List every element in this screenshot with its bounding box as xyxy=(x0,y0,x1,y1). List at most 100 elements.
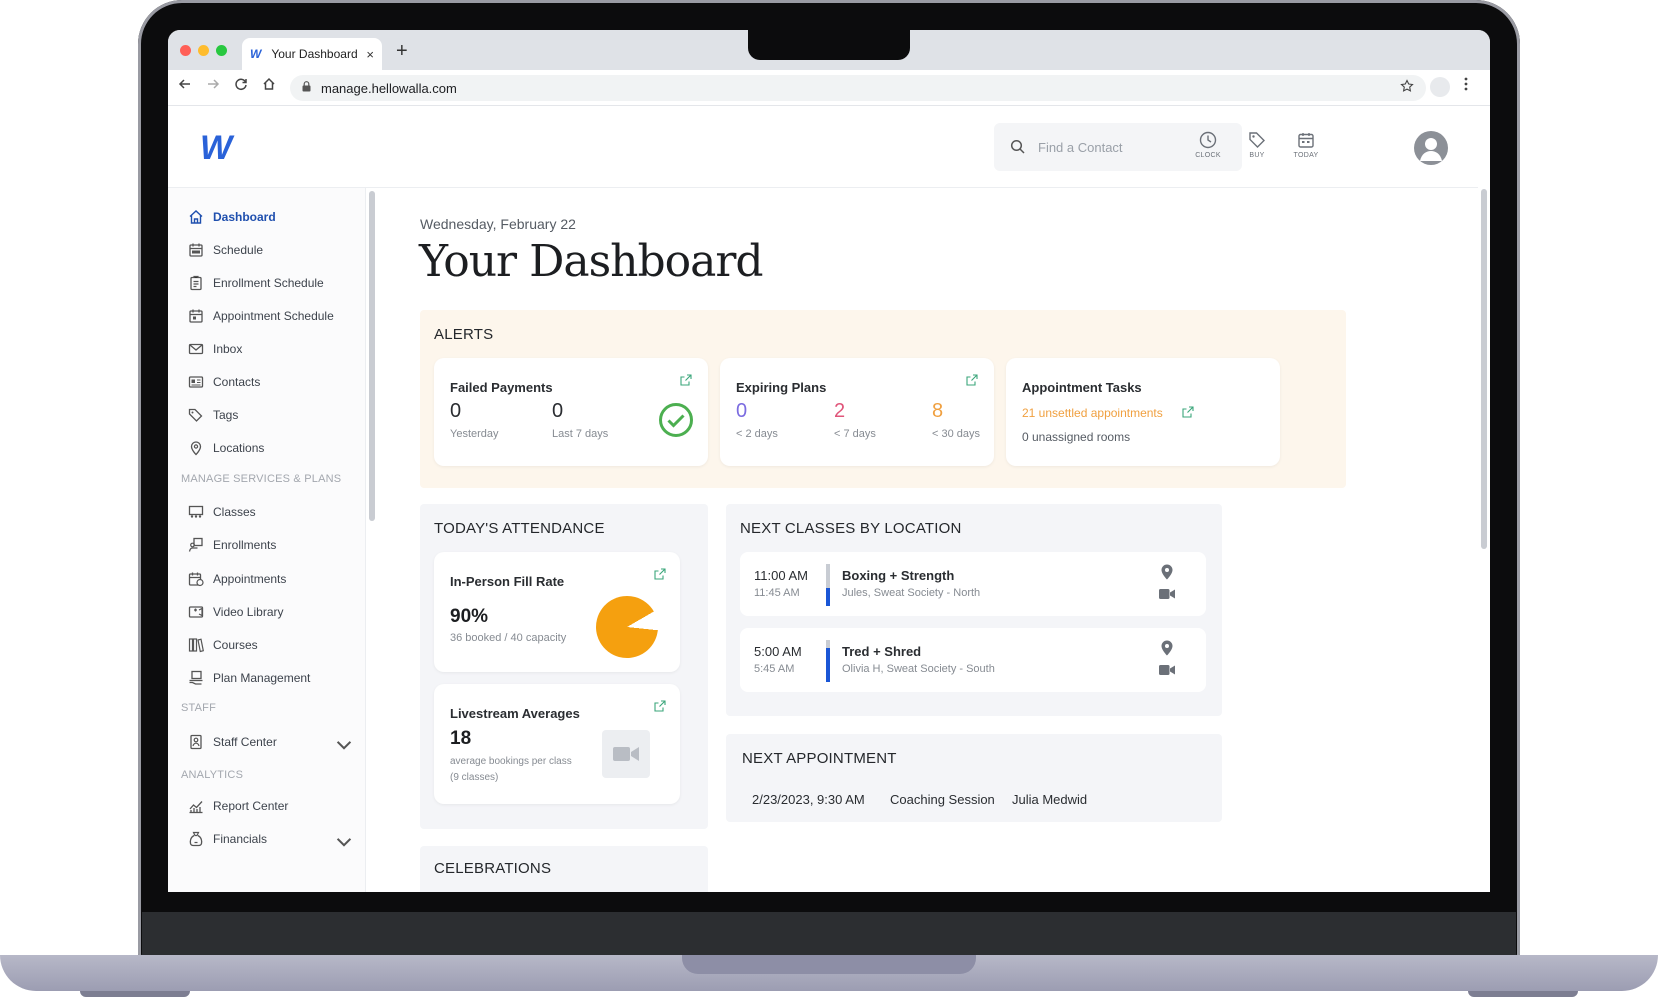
search-icon xyxy=(1010,139,1025,154)
sidebar-item-label: Financials xyxy=(213,832,268,846)
fill-rate-value: 90% xyxy=(450,606,489,627)
sidebar-item-contacts[interactable]: Contacts xyxy=(188,371,348,393)
celebrations-panel: CELEBRATIONS xyxy=(420,846,708,892)
next-appointment-panel: NEXT APPOINTMENT 2/23/2023, 9:30 AM Coac… xyxy=(726,734,1222,822)
sidebar-item-label: Report Center xyxy=(213,799,289,813)
external-link-icon[interactable] xyxy=(1182,406,1194,418)
class-row[interactable]: 11:00 AM 11:45 AM Boxing + Strength Jule… xyxy=(740,552,1206,616)
livestream-averages-card: Livestream Averages 18 average bookings … xyxy=(434,684,680,804)
class-end-time: 11:45 AM xyxy=(754,587,800,599)
sidebar-item-appointments[interactable]: Appointments xyxy=(188,568,348,590)
sidebar-item-tags[interactable]: Tags xyxy=(188,404,348,426)
today-button[interactable]: TODAY xyxy=(1284,131,1328,159)
buy-label: BUY xyxy=(1249,152,1265,159)
contact-card-icon xyxy=(188,376,204,388)
browser-menu-icon[interactable] xyxy=(1464,77,1468,94)
lock-icon xyxy=(302,81,311,95)
external-link-icon[interactable] xyxy=(680,374,692,386)
appointment-type: Coaching Session xyxy=(890,792,995,807)
page-scrollbar[interactable] xyxy=(1481,189,1487,549)
livestream-title: Livestream Averages xyxy=(450,706,580,721)
sidebar-item-appointment-schedule[interactable]: Appointment Schedule xyxy=(188,305,348,327)
close-window-button[interactable] xyxy=(180,45,191,56)
sidebar-item-label: Courses xyxy=(213,638,258,652)
sidebar-item-financials[interactable]: Financials xyxy=(188,828,352,850)
minimize-window-button[interactable] xyxy=(198,45,209,56)
bookmark-star-icon[interactable] xyxy=(1400,79,1414,96)
expiring-7d-label: < 7 days xyxy=(834,428,876,440)
sidebar-item-locations[interactable]: Locations xyxy=(188,437,348,459)
clipboard-icon xyxy=(190,275,202,291)
sidebar-item-video-library[interactable]: Video Library xyxy=(188,601,348,623)
url-text: manage.hellowalla.com xyxy=(321,80,457,96)
unsettled-appointments-link[interactable]: 21 unsettled appointments xyxy=(1022,406,1163,420)
check-circle-icon xyxy=(659,403,693,437)
calendar-icon xyxy=(189,243,203,257)
sidebar-item-label: Plan Management xyxy=(213,671,311,685)
reload-icon[interactable] xyxy=(234,77,248,95)
camera-notch xyxy=(748,30,910,60)
fill-rate-detail: 36 booked / 40 capacity xyxy=(450,632,567,644)
external-link-icon[interactable] xyxy=(654,700,666,712)
class-capacity-bar-filled xyxy=(826,648,830,682)
current-date: Wednesday, February 22 xyxy=(420,216,576,232)
chevron-down-icon[interactable] xyxy=(336,737,361,756)
close-tab-icon[interactable]: × xyxy=(366,47,374,62)
new-tab-button[interactable]: + xyxy=(396,40,408,63)
sidebar-item-classes[interactable]: Classes xyxy=(188,501,348,523)
external-link-icon[interactable] xyxy=(654,568,666,580)
sidebar-item-enrollment-schedule[interactable]: Enrollment Schedule xyxy=(188,272,348,294)
next-appointment-heading: NEXT APPOINTMENT xyxy=(742,750,897,767)
class-instructor-location: Olivia H, Sweat Society - South xyxy=(842,663,995,675)
maximize-window-button[interactable] xyxy=(216,45,227,56)
fill-rate-pie-chart xyxy=(584,584,670,670)
buy-button[interactable]: BUY xyxy=(1235,131,1279,159)
sidebar-item-dashboard[interactable]: Dashboard xyxy=(188,206,348,228)
sidebar-item-report-center[interactable]: Report Center xyxy=(188,795,348,817)
address-bar[interactable]: manage.hellowalla.com xyxy=(290,75,1426,101)
fill-rate-card: In-Person Fill Rate 90% 36 booked / 40 c… xyxy=(434,552,680,672)
sidebar-item-staff-center[interactable]: Staff Center xyxy=(188,731,352,753)
home-icon[interactable] xyxy=(262,77,276,95)
video-camera-icon xyxy=(1159,665,1175,675)
class-end-time: 5:45 AM xyxy=(754,663,795,675)
clock-button[interactable]: CLOCK xyxy=(1186,131,1230,159)
alerts-panel: ALERTS Failed Payments 0 Yesterday 0 Las… xyxy=(420,310,1346,488)
tab-title: Your Dashboard xyxy=(271,47,358,61)
sidebar-item-label: Locations xyxy=(213,441,265,455)
browser-tab[interactable]: W Your Dashboard × xyxy=(242,38,382,70)
class-row[interactable]: 5:00 AM 5:45 AM Tred + Shred Olivia H, S… xyxy=(740,628,1206,692)
user-avatar[interactable] xyxy=(1414,131,1448,165)
search-input[interactable] xyxy=(1038,139,1208,155)
fill-rate-title: In-Person Fill Rate xyxy=(450,574,565,589)
sidebar-item-plan-management[interactable]: Plan Management xyxy=(188,667,348,689)
livestream-thumbnail xyxy=(602,730,650,778)
appointment-tasks-title: Appointment Tasks xyxy=(1022,380,1142,395)
sidebar-item-courses[interactable]: Courses xyxy=(188,634,348,656)
expiring-plans-card: Expiring Plans 0 < 2 days 2 < 7 days 8 <… xyxy=(720,358,994,466)
failed-payments-title: Failed Payments xyxy=(450,380,553,395)
walla-logo[interactable]: W xyxy=(200,129,232,168)
back-arrow-icon[interactable] xyxy=(178,77,192,95)
attendance-heading: TODAY'S ATTENDANCE xyxy=(434,520,605,537)
external-link-icon[interactable] xyxy=(966,374,978,386)
sidebar-item-inbox[interactable]: Inbox xyxy=(188,338,348,360)
sidebar-item-enrollments[interactable]: Enrollments xyxy=(188,534,348,556)
class-name: Boxing + Strength xyxy=(842,568,955,583)
failed-yesterday-value: 0 xyxy=(450,400,462,422)
sidebar-item-label: Contacts xyxy=(213,375,261,389)
browser-toolbar: manage.hellowalla.com xyxy=(168,70,1490,106)
chevron-down-icon[interactable] xyxy=(336,834,361,853)
laptop-foot-right xyxy=(1468,991,1578,997)
sidebar-item-label: Schedule xyxy=(213,243,264,257)
browser-profile-avatar[interactable] xyxy=(1430,77,1450,97)
appointment-tasks-card: Appointment Tasks 21 unsettled appointme… xyxy=(1006,358,1280,466)
sidebar-item-schedule[interactable]: Schedule xyxy=(188,239,348,261)
appointment-client[interactable]: Julia Medwid xyxy=(1012,792,1087,807)
forward-arrow-icon[interactable] xyxy=(206,77,220,95)
location-pin-icon xyxy=(1161,564,1173,580)
tag-icon xyxy=(1249,132,1265,148)
unassigned-rooms-text: 0 unassigned rooms xyxy=(1022,430,1131,444)
plan-icon xyxy=(189,670,203,685)
clock-icon xyxy=(1199,131,1217,149)
